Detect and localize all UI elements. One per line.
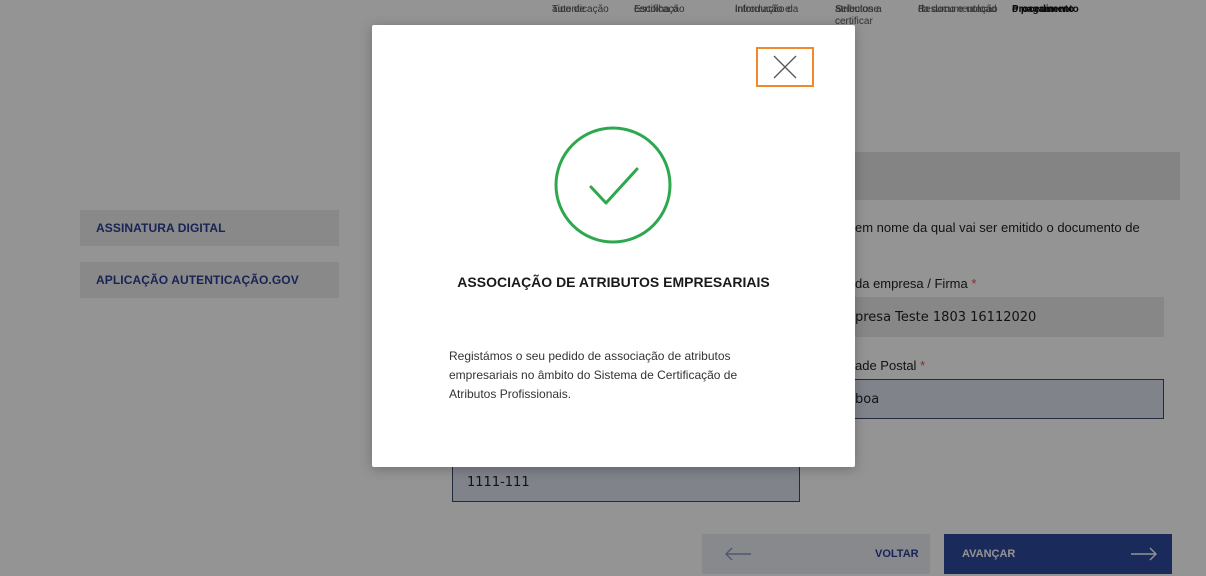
success-modal: ASSOCIAÇÃO DE ATRIBUTOS EMPRESARIAIS Reg… — [372, 25, 855, 467]
modal-body-text: Registámos o seu pedido de associação de… — [449, 349, 738, 401]
check-circle-svg — [554, 126, 672, 244]
check-circle-icon — [553, 125, 673, 245]
close-button[interactable] — [756, 47, 814, 87]
close-icon — [773, 55, 797, 79]
modal-title: ASSOCIAÇÃO DE ATRIBUTOS EMPRESARIAIS — [457, 274, 770, 290]
